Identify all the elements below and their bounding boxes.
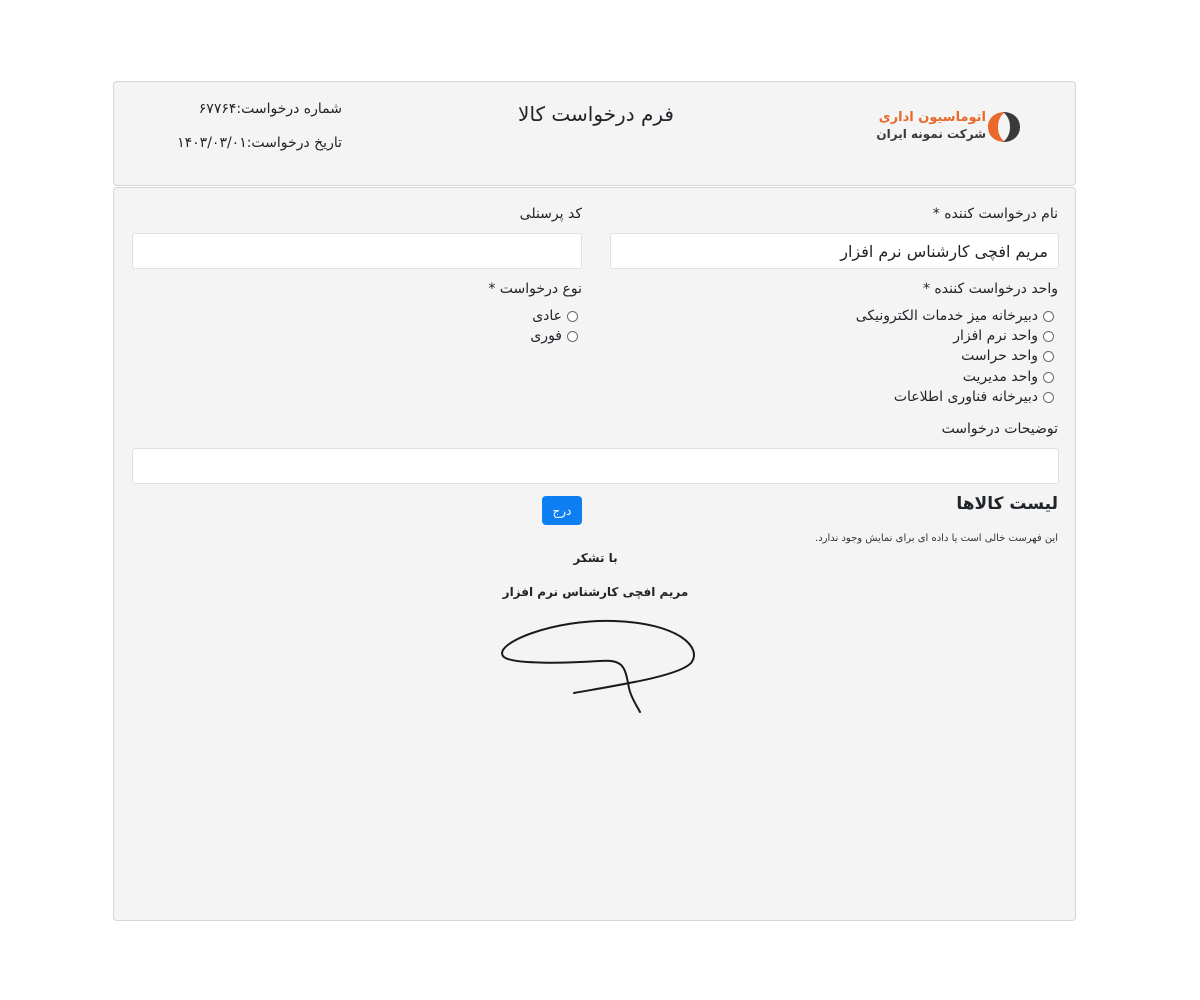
insert-button[interactable]: درج bbox=[542, 496, 582, 525]
request-number: شماره درخواست:۶۷۷۶۴ bbox=[198, 101, 342, 117]
radio-button[interactable] bbox=[1043, 310, 1054, 322]
goods-list-title: لیست کالاها bbox=[956, 494, 1058, 514]
company-logo: اتوماسیون اداری شرکت نمونه ایران bbox=[876, 108, 1022, 148]
radio-button[interactable] bbox=[567, 310, 578, 322]
logo-line1: اتوماسیون اداری bbox=[878, 110, 986, 125]
type-option-label: عادی bbox=[532, 308, 562, 324]
radio-button[interactable] bbox=[1043, 330, 1054, 342]
unit-option-label: دبیرخانه میز خدمات الکترونیکی bbox=[855, 308, 1038, 324]
signer-name: مریم افچی کارشناس نرم افزار bbox=[502, 585, 689, 599]
radio-button[interactable] bbox=[1043, 350, 1054, 362]
unit-option-label: واحد حراست bbox=[961, 348, 1038, 364]
radio-button[interactable] bbox=[1043, 371, 1054, 383]
unit-option-security[interactable]: واحد حراست bbox=[961, 346, 1054, 366]
thanks-text: با تشکر bbox=[573, 551, 618, 565]
type-option-label: فوری bbox=[530, 328, 562, 344]
unit-option-it[interactable]: دبیرخانه فناوری اطلاعات bbox=[894, 387, 1054, 407]
unit-option-software[interactable]: واحد نرم افزار bbox=[953, 326, 1054, 346]
signature-image bbox=[501, 619, 695, 713]
unit-option-label: واحد مدیریت bbox=[962, 369, 1038, 385]
unit-option-label: دبیرخانه فناوری اطلاعات bbox=[893, 389, 1038, 405]
request-type-label: نوع درخواست * bbox=[488, 281, 582, 297]
radio-button[interactable] bbox=[1043, 391, 1054, 403]
unit-option-ehelpdesk[interactable]: دبیرخانه میز خدمات الکترونیکی bbox=[856, 306, 1054, 326]
requester-name-label: نام درخواست کننده * bbox=[932, 206, 1058, 222]
description-label: توضیحات درخواست bbox=[941, 421, 1058, 437]
unit-option-label: واحد نرم افزار bbox=[953, 328, 1038, 344]
logo-mark-icon bbox=[988, 112, 1020, 142]
type-option-normal[interactable]: عادی bbox=[532, 306, 578, 326]
personnel-code-input[interactable] bbox=[132, 233, 582, 269]
type-option-urgent[interactable]: فوری bbox=[530, 326, 578, 346]
unit-option-management[interactable]: واحد مدیریت bbox=[963, 367, 1054, 387]
radio-button[interactable] bbox=[567, 330, 578, 342]
description-input[interactable] bbox=[132, 448, 1059, 484]
requester-name-input[interactable] bbox=[610, 233, 1059, 269]
requesting-unit-label: واحد درخواست کننده * bbox=[922, 281, 1058, 297]
personnel-code-label: کد پرسنلی bbox=[519, 206, 582, 222]
form-header: اتوماسیون اداری شرکت نمونه ایران فرم درخ… bbox=[113, 81, 1076, 186]
logo-line2: شرکت نمونه ایران bbox=[876, 127, 986, 141]
form-body: نام درخواست کننده * کد پرسنلی واحد درخوا… bbox=[113, 187, 1076, 921]
empty-list-message: این فهرست خالی است یا داده ای برای نمایش… bbox=[815, 533, 1058, 544]
page-title: فرم درخواست کالا bbox=[518, 102, 674, 126]
request-date: تاریخ درخواست:۱۴۰۳/۰۳/۰۱ bbox=[177, 135, 342, 151]
